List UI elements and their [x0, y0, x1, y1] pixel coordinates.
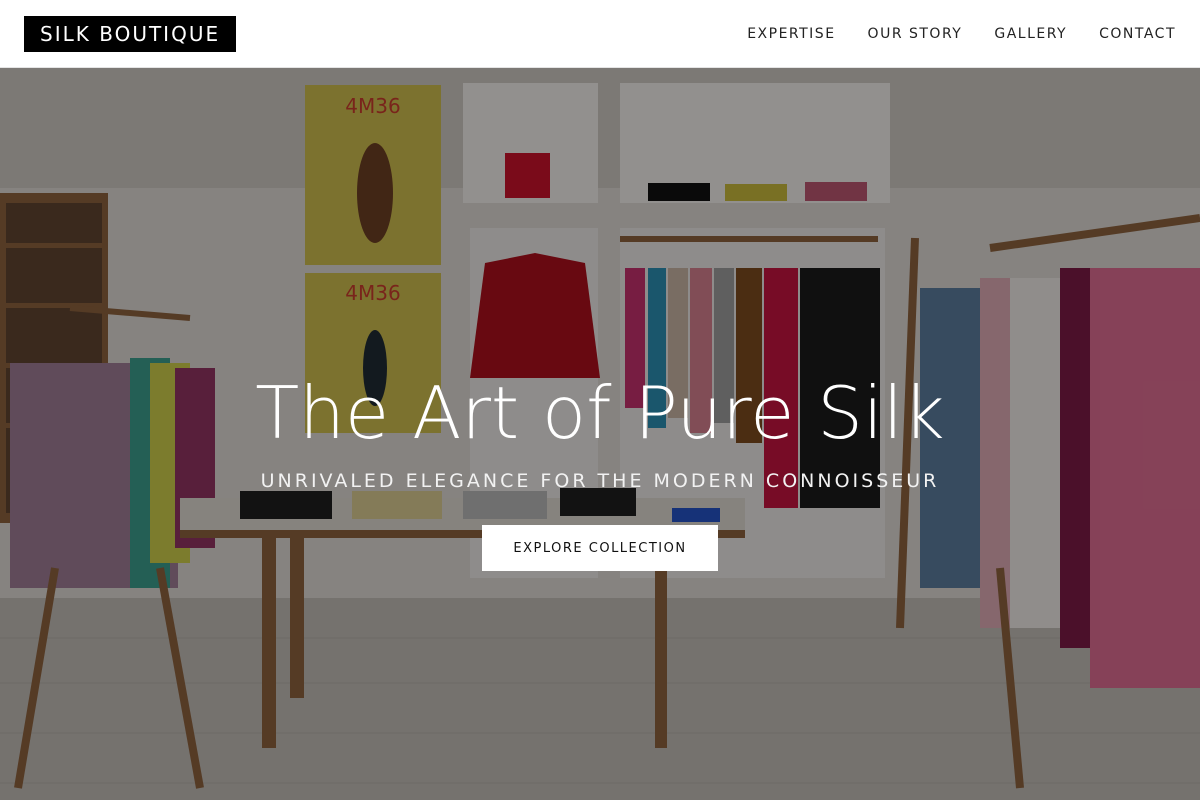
hero-subtitle: UNRIVALED ELEGANCE FOR THE MODERN CONNOI…: [260, 470, 940, 492]
site-header: SILK BOUTIQUE EXPERTISE OUR STORY GALLER…: [0, 0, 1200, 68]
nav-link-gallery[interactable]: GALLERY: [994, 24, 1067, 44]
main-nav: EXPERTISE OUR STORY GALLERY CONTACT: [747, 24, 1176, 44]
explore-collection-button[interactable]: EXPLORE COLLECTION: [482, 525, 718, 571]
nav-link-contact[interactable]: CONTACT: [1099, 24, 1176, 44]
nav-link-our-story[interactable]: OUR STORY: [868, 24, 963, 44]
nav-link-expertise[interactable]: EXPERTISE: [747, 24, 835, 44]
hero-title: The Art of Pure Silk: [255, 371, 945, 455]
hero-section: 4M36 4M36 The Art of Pure Silk UNRIVALED…: [0, 68, 1200, 800]
logo[interactable]: SILK BOUTIQUE: [24, 16, 237, 52]
